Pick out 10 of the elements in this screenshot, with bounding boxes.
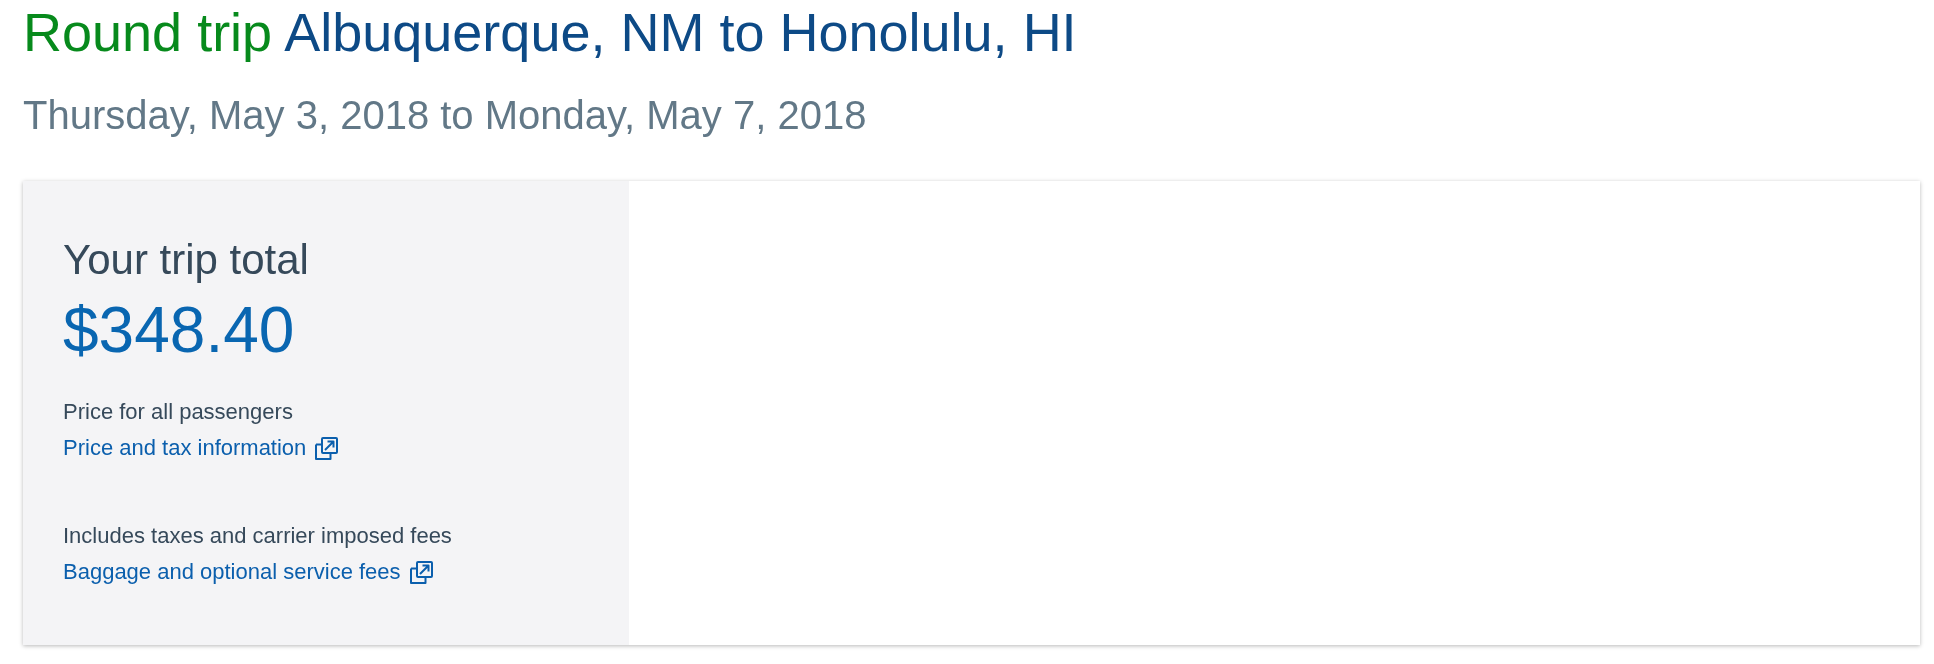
trip-dates: Thursday, May 3, 2018 to Monday, May 7, 2018 xyxy=(23,92,867,139)
price-note: Price for all passengers xyxy=(63,398,293,426)
trip-title: Round trip Albuquerque, NM to Honolulu, HI xyxy=(23,1,1077,64)
price-note: Includes taxes and carrier imposed fees xyxy=(63,522,452,550)
external-link-icon xyxy=(315,436,339,460)
info-link[interactable]: Baggage and optional service fees xyxy=(63,554,433,590)
trip-total-price: $348.40 xyxy=(63,295,295,365)
trip-total-heading: Your trip total xyxy=(63,235,309,285)
info-link[interactable]: Price and tax information xyxy=(63,430,339,466)
external-link-icon xyxy=(409,560,433,584)
